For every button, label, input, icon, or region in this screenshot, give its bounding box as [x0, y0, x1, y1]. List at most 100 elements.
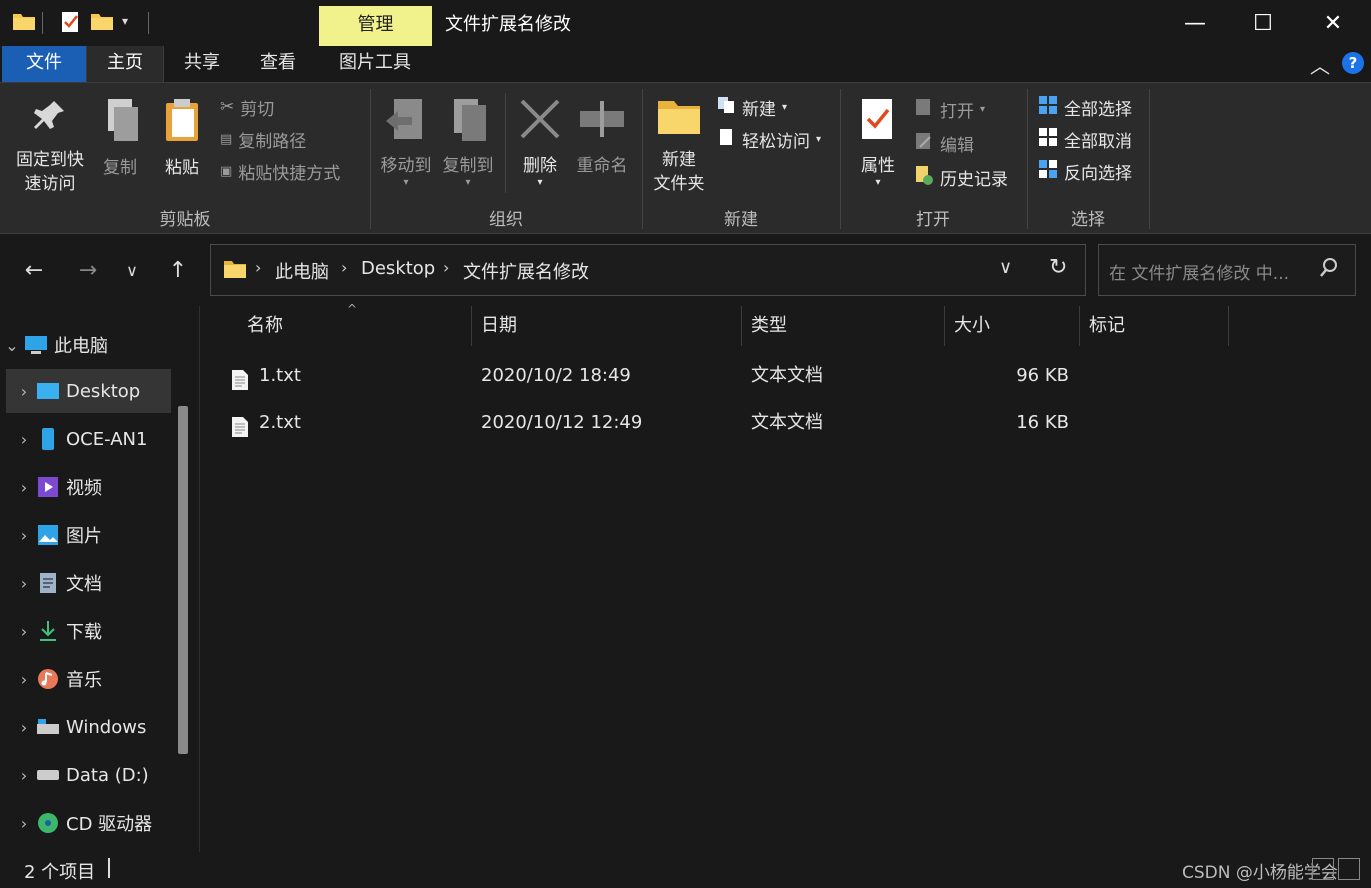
back-button[interactable]: ←	[16, 252, 52, 288]
file-size: 16 KB	[1016, 412, 1069, 433]
sidebar-item-cd-drive[interactable]: › CD 驱动器	[0, 801, 176, 845]
delete-icon	[512, 97, 568, 150]
file-row[interactable]: 1.txt 2020/10/2 18:49 文本文档 96 KB	[221, 354, 1321, 398]
sidebar-item-label: 此电脑	[54, 336, 108, 357]
chevron-right-icon[interactable]: ›	[12, 718, 36, 737]
search-input[interactable]: 在 文件扩展名修改 中...	[1109, 259, 1289, 284]
rename-icon	[570, 97, 634, 150]
copy-to-button[interactable]: 复制到 ▾	[436, 97, 500, 188]
file-row[interactable]: 2.txt 2020/10/12 12:49 文本文档 16 KB	[221, 401, 1321, 445]
column-divider[interactable]	[741, 306, 742, 346]
title-bar: ▾ 管理 文件扩展名修改 — ☐ ✕	[0, 0, 1371, 46]
rename-button[interactable]: 重命名	[570, 97, 634, 178]
divider	[108, 858, 110, 878]
column-divider[interactable]	[944, 306, 945, 346]
breadcrumb-this-pc[interactable]: 此电脑	[275, 258, 329, 284]
tab-view[interactable]: 查看	[240, 46, 316, 82]
sidebar-item-pictures[interactable]: › 图片	[0, 513, 176, 557]
sidebar-item-this-pc[interactable]: ⌄ 此电脑	[0, 323, 176, 367]
sidebar-item-data-drive[interactable]: › Data (D:)	[0, 753, 176, 797]
chevron-right-icon[interactable]: ›	[12, 430, 36, 449]
copy-button[interactable]: 复制	[96, 97, 144, 180]
properties-quick-icon[interactable]	[60, 10, 82, 39]
new-item-button[interactable]: 新建 ▾	[716, 93, 787, 121]
file-type: 文本文档	[751, 365, 823, 386]
pin-to-quick-access-button[interactable]: 固定到快 速访问	[10, 97, 90, 196]
sidebar-item-videos[interactable]: › 视频	[0, 465, 176, 509]
tab-manage[interactable]: 管理	[319, 6, 432, 46]
new-item-icon	[716, 95, 736, 120]
copy-path-button[interactable]: ▤ 复制路径	[220, 125, 306, 153]
chevron-right-icon[interactable]: ›	[12, 814, 36, 833]
paste-shortcut-label: 粘贴快捷方式	[238, 163, 341, 184]
select-none-button[interactable]: 全部取消	[1038, 125, 1132, 153]
new-folder-quick-icon[interactable]	[90, 10, 114, 37]
breadcrumb-desktop[interactable]: Desktop	[361, 258, 435, 279]
divider	[505, 93, 506, 193]
large-icons-view-icon[interactable]	[1338, 858, 1360, 880]
sidebar-scrollbar[interactable]	[178, 406, 188, 754]
tab-share[interactable]: 共享	[164, 46, 240, 82]
column-header-tags[interactable]: 标记	[1081, 306, 1227, 346]
maximize-button[interactable]: ☐	[1228, 0, 1298, 46]
sidebar-item-oce-an1[interactable]: › OCE-AN1	[0, 417, 176, 461]
music-icon	[36, 667, 60, 691]
sidebar-item-downloads[interactable]: › 下载	[0, 609, 176, 653]
group-label-select: 选择	[1071, 210, 1105, 230]
new-folder-button[interactable]: 新建 文件夹	[646, 97, 712, 196]
cut-button[interactable]: ✂ 剪切	[220, 93, 274, 121]
close-button[interactable]: ✕	[1298, 0, 1368, 46]
chevron-right-icon[interactable]: ›	[12, 526, 36, 545]
file-type: 文本文档	[751, 412, 823, 433]
sidebar-item-documents[interactable]: › 文档	[0, 561, 176, 605]
address-bar[interactable]: › 此电脑 › Desktop › 文件扩展名修改 ∨ ↻	[210, 244, 1086, 296]
column-divider[interactable]	[1228, 306, 1229, 346]
up-button[interactable]: ↑	[160, 252, 196, 288]
minimize-button[interactable]: —	[1160, 0, 1230, 46]
address-dropdown-icon[interactable]: ∨	[999, 257, 1012, 278]
invert-selection-button[interactable]: 反向选择	[1038, 157, 1132, 185]
breadcrumb-current-folder[interactable]: 文件扩展名修改	[463, 258, 589, 284]
help-icon[interactable]: ?	[1342, 52, 1364, 74]
refresh-icon[interactable]: ↻	[1049, 255, 1067, 280]
chevron-right-icon[interactable]: ›	[12, 622, 36, 641]
tab-home[interactable]: 主页	[86, 46, 164, 82]
select-all-button[interactable]: 全部选择	[1038, 93, 1132, 121]
search-box[interactable]: 在 文件扩展名修改 中...	[1098, 244, 1356, 296]
paste-button[interactable]: 粘贴	[156, 97, 208, 180]
dropdown-arrow-icon: ▾	[465, 177, 471, 188]
column-divider[interactable]	[471, 306, 472, 346]
recent-locations-button[interactable]: ∨	[114, 252, 150, 288]
column-header-date[interactable]: 日期	[473, 306, 741, 346]
sidebar-item-desktop[interactable]: › Desktop	[6, 369, 171, 413]
customize-dropdown-icon[interactable]: ▾	[122, 14, 128, 28]
collapse-ribbon-icon[interactable]: ︿	[1310, 50, 1330, 79]
chevron-right-icon[interactable]: ›	[12, 670, 36, 689]
sidebar-item-windows-drive[interactable]: › Windows	[0, 705, 176, 749]
chevron-right-icon[interactable]: ›	[12, 382, 36, 401]
history-button[interactable]: 历史记录	[914, 163, 1008, 191]
details-view-icon[interactable]	[1312, 858, 1334, 880]
sidebar-item-music[interactable]: › 音乐	[0, 657, 176, 701]
paste-shortcut-button[interactable]: ▣ 粘贴快捷方式	[220, 157, 340, 185]
move-to-button[interactable]: 移动到 ▾	[374, 97, 438, 188]
item-count: 2 个项目	[24, 862, 96, 883]
chevron-right-icon[interactable]: ›	[12, 574, 36, 593]
tab-file[interactable]: 文件	[2, 46, 86, 82]
forward-button[interactable]: →	[70, 252, 106, 288]
properties-button[interactable]: 属性 ▾	[852, 97, 904, 188]
tab-picture-tools[interactable]: 图片工具	[320, 46, 430, 82]
column-header-type[interactable]: 类型	[743, 306, 943, 346]
new-item-label: 新建	[742, 99, 776, 120]
chevron-right-icon[interactable]: ›	[12, 766, 36, 785]
open-button[interactable]: 打开 ▾	[914, 95, 985, 123]
easy-access-button[interactable]: 轻松访问 ▾	[716, 125, 821, 153]
edit-button[interactable]: 编辑	[914, 129, 974, 157]
easy-access-label: 轻松访问	[742, 131, 810, 152]
chevron-down-icon[interactable]: ⌄	[0, 336, 24, 355]
column-header-size[interactable]: 大小	[946, 306, 1078, 346]
column-divider[interactable]	[1079, 306, 1080, 346]
delete-button[interactable]: 删除 ▾	[512, 97, 568, 188]
chevron-right-icon[interactable]: ›	[12, 478, 36, 497]
search-icon[interactable]	[1319, 257, 1339, 284]
